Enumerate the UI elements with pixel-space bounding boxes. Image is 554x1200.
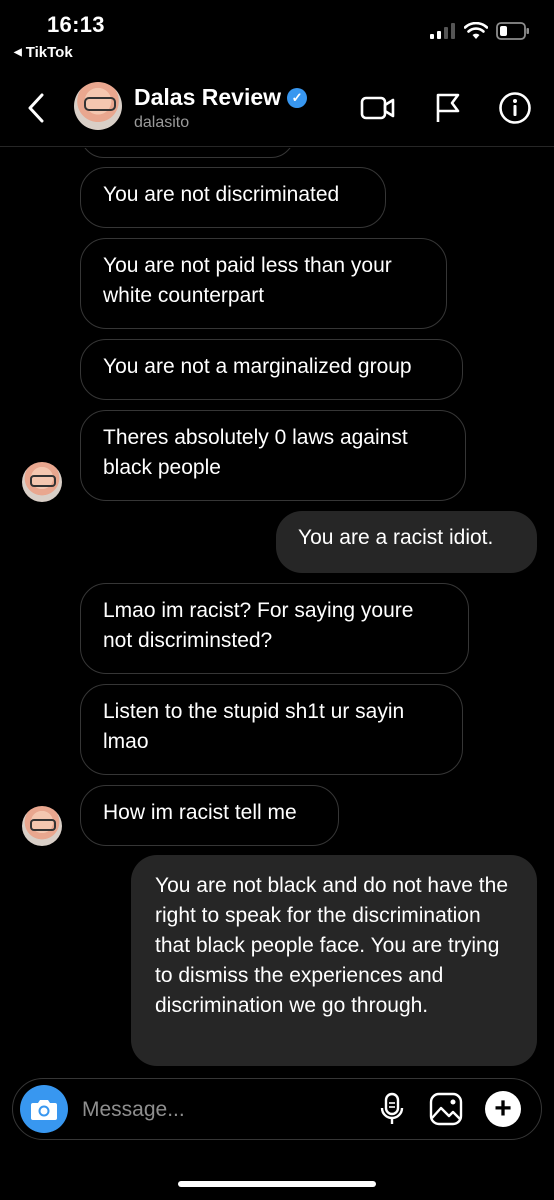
- info-icon: [499, 92, 531, 124]
- message-bubble-received: Theres absolutely 0 laws against black p…: [80, 410, 466, 501]
- message-bubble-received: Lmao im racist? For saying youre not dis…: [80, 583, 469, 674]
- image-icon: [429, 1092, 463, 1126]
- video-call-button[interactable]: [358, 88, 398, 128]
- message-bubble-received: You are not discriminated: [80, 167, 386, 228]
- plus-icon: +: [494, 1092, 512, 1125]
- message-bubble-sent: You are not black and do not have the ri…: [131, 855, 537, 1066]
- header-divider: [0, 146, 554, 147]
- chevron-left-icon: [28, 93, 44, 123]
- voice-message-button[interactable]: [374, 1091, 410, 1127]
- camera-button[interactable]: [20, 1085, 68, 1133]
- camera-icon: [31, 1100, 57, 1120]
- sender-avatar[interactable]: [22, 806, 62, 846]
- message-bubble-sent: You are a racist idiot.: [276, 511, 537, 573]
- message-bubble-received: Listen to the stupid sh1t ur sayin lmao: [80, 684, 463, 775]
- back-triangle-icon: ◀: [14, 47, 22, 58]
- verified-badge-icon: ✓: [287, 87, 308, 108]
- back-app-label: TikTok: [25, 44, 73, 61]
- battery-icon: [496, 22, 529, 40]
- back-to-app-link[interactable]: ◀ TikTok: [14, 44, 73, 61]
- info-button[interactable]: [495, 88, 535, 128]
- add-content-button[interactable]: +: [485, 1091, 521, 1127]
- sender-avatar[interactable]: [22, 462, 62, 502]
- message-input[interactable]: [80, 1094, 364, 1126]
- cellular-signal-icon: [430, 23, 455, 39]
- report-button[interactable]: [428, 88, 468, 128]
- contact-avatar[interactable]: [74, 82, 122, 130]
- message-bubble-received: How im racist tell me: [80, 785, 339, 846]
- message-bubble-received: You are not a marginalized group: [80, 339, 463, 400]
- microphone-icon: [380, 1092, 404, 1124]
- video-camera-icon: [360, 96, 395, 120]
- flag-icon: [436, 93, 460, 122]
- contact-name-text: Dalas Review: [134, 84, 282, 110]
- message-bubble-received: You are not paid less than your white co…: [80, 238, 447, 329]
- gallery-button[interactable]: [428, 1091, 464, 1127]
- contact-name[interactable]: Dalas Review ✓: [134, 84, 308, 111]
- status-icons: [430, 22, 530, 40]
- home-indicator[interactable]: [178, 1181, 376, 1187]
- status-time: 16:13: [47, 12, 105, 37]
- back-button[interactable]: [18, 86, 54, 130]
- contact-handle: dalasito: [134, 114, 190, 131]
- wifi-icon: [464, 22, 488, 39]
